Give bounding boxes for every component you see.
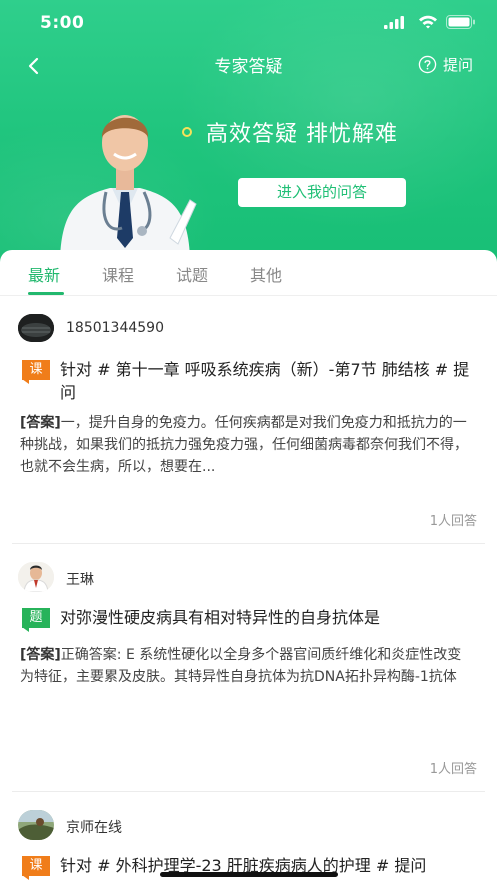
- username: 京师在线: [66, 820, 122, 836]
- question-card[interactable]: 京师在线 课 针对 # 外科护理学-23 肝脏疾病病人的护理 # 提问: [0, 792, 497, 883]
- question-card[interactable]: 王琳 题 对弥漫性硬皮病具有相对特异性的自身抗体是 [答案]正确答案: E 系统…: [0, 544, 497, 792]
- course-tag: 课: [22, 856, 50, 880]
- question-text: 对弥漫性硬皮病具有相对特异性的自身抗体是: [60, 608, 381, 627]
- battery-icon: [446, 15, 475, 29]
- answer-text: [答案]正确答案: E 系统性硬化以全身多个器官间质纤维化和炎症性改变为特征，主…: [20, 647, 462, 685]
- status-bar: 5:00: [0, 0, 497, 46]
- avatar: [18, 810, 54, 840]
- avatar: [18, 314, 54, 342]
- ask-label: 提问: [442, 56, 473, 74]
- course-tag: 课: [22, 360, 50, 384]
- tab-other[interactable]: 其他: [250, 262, 282, 286]
- answer-count: 1人回答: [429, 762, 477, 777]
- category-tabs: 最新 课程 试题 其他: [0, 250, 497, 296]
- active-tab-indicator: [28, 292, 64, 295]
- answer-count: 1人回答: [429, 514, 477, 529]
- exercise-tag: 题: [22, 608, 50, 632]
- enter-my-qa-button[interactable]: 进入我的问答: [238, 178, 406, 207]
- hero-slogan: 高效答疑 排忧解难: [182, 116, 398, 148]
- avatar: [18, 562, 54, 592]
- wifi-icon: [419, 15, 437, 29]
- ask-question-button[interactable]: 提问: [418, 54, 473, 75]
- doctor-illustration: [60, 115, 197, 258]
- tab-exercise[interactable]: 试题: [176, 262, 208, 286]
- bullet-icon: [182, 127, 192, 137]
- question-card[interactable]: 18501344590 课 针对 # 第十一章 呼吸系统疾病（新）-第7节 肺结…: [0, 296, 497, 544]
- question-text: 针对 # 第十一章 呼吸系统疾病（新）-第7节 肺结核 # 提问: [60, 360, 470, 402]
- nav-bar: 专家答疑 提问: [0, 46, 497, 84]
- username: 王琳: [66, 572, 94, 588]
- answer-text: [答案]一，提升自身的免疫力。任何疾病都是对我们免疫力和抵抗力的一种挑战，如果我…: [20, 415, 468, 475]
- username: 18501344590: [66, 320, 164, 336]
- tab-latest[interactable]: 最新: [28, 262, 60, 286]
- signal-icon: [384, 16, 404, 29]
- home-indicator: [160, 872, 338, 877]
- slogan-text: 高效答疑 排忧解难: [206, 122, 398, 147]
- question-mark-icon: [418, 55, 437, 74]
- tab-course[interactable]: 课程: [102, 262, 134, 286]
- status-time: 5:00: [40, 13, 85, 33]
